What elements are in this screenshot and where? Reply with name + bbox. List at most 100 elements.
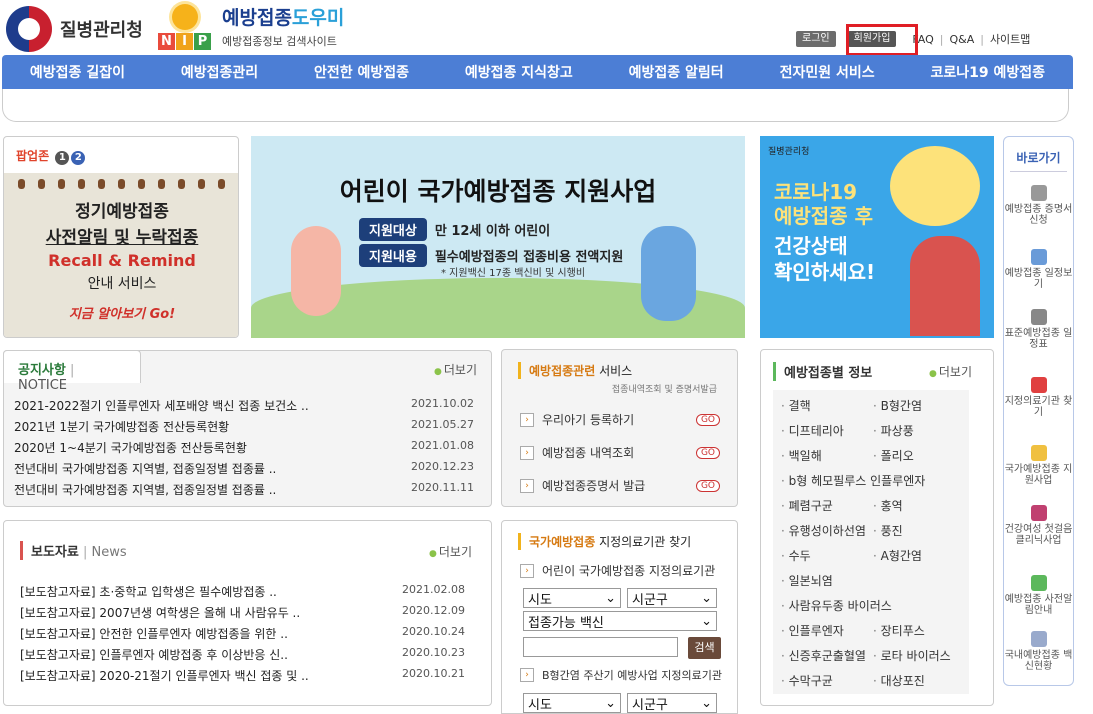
vaccine-item[interactable]: 결핵 xyxy=(781,397,811,414)
popup-zone-header: 팝업존 12 xyxy=(16,147,86,165)
clinic-title: 국가예방접종 지정의료기관 찾기 xyxy=(518,533,691,550)
nip-letter-n: N xyxy=(158,33,175,50)
quick-divider xyxy=(1010,171,1067,172)
service-register-baby[interactable]: › 우리아기 등록하기 GO xyxy=(520,411,720,428)
vaccine-item[interactable]: 파상풍 xyxy=(873,422,914,439)
vaccine-select[interactable]: 접종가능 백신 ⌄ xyxy=(523,611,717,631)
chevron-down-icon: ⌄ xyxy=(605,590,616,606)
vaccine-item[interactable]: 수두 xyxy=(781,547,811,564)
banner2-line1: 코로나19 xyxy=(774,180,858,204)
kdca-logo[interactable]: 질병관리청 xyxy=(6,6,143,52)
vaccine-item[interactable]: 대상포진 xyxy=(873,672,925,689)
quick-item-certificate[interactable]: 예방접종 증명서 신청 xyxy=(1004,185,1073,226)
notice-row[interactable]: 2021년 1분기 국가예방접종 전산등록현황 2021.05.27 xyxy=(14,418,474,435)
nip-logo[interactable]: N I P 예방접종도우미 예방접종정보 검색사이트 xyxy=(158,2,344,50)
press-title: 보도자료 xyxy=(31,545,79,560)
notice-row[interactable]: 전년대비 국가예방접종 지역별, 접종일정별 접종률 .. 2020.11.11 xyxy=(14,481,474,498)
quick-item-schedule[interactable]: 예방접종 일정보기 xyxy=(1004,249,1073,290)
vaccine-item[interactable]: 로타 바이러스 xyxy=(873,647,951,664)
chevron-right-icon: › xyxy=(520,563,534,578)
nav-item-safe[interactable]: 안전한 예방접종 xyxy=(314,62,409,82)
vaccine-item[interactable]: 디프테리아 xyxy=(781,422,844,439)
sitemap-link[interactable]: 사이트맵 xyxy=(990,31,1030,47)
notice-more-link[interactable]: 더보기 xyxy=(434,361,477,378)
popup-page-1-button[interactable]: 1 xyxy=(55,151,70,165)
hepb-sigungu-select[interactable]: 시군구 ⌄ xyxy=(627,693,717,713)
vial-icon xyxy=(1030,631,1047,647)
popup-line5: 지금 알아보기 Go! xyxy=(68,307,176,322)
service-history-lookup[interactable]: › 예방접종 내역조회 GO xyxy=(520,444,720,461)
chevron-right-icon: › xyxy=(520,478,534,493)
chevron-down-icon: ⌄ xyxy=(701,613,712,629)
nav-item-covid[interactable]: 코로나19 예방접종 xyxy=(930,62,1045,82)
vaccine-item[interactable]: 인플루엔자 xyxy=(781,622,844,639)
chevron-right-icon: › xyxy=(520,445,534,460)
vaccine-item[interactable]: 사람유두종 바이러스 xyxy=(781,597,892,614)
notice-row[interactable]: 2020년 1~4분기 국가예방접종 전산등록현황 2021.01.08 xyxy=(14,439,474,456)
clinic-search-button[interactable]: 검색 xyxy=(688,637,721,659)
covid-health-check-banner[interactable]: 질병관리청 코로나19 예방접종 후 건강상태 확인하세요! xyxy=(760,136,994,338)
child-vaccination-banner[interactable]: 어린이 국가예방접종 지원사업 지원대상 만 12세 이하 어린이 지원내용 필수예… xyxy=(251,136,745,338)
press-panel: 보도자료 | News 더보기 [보도참고자료] 초·중학교 입학생은 필수예방… xyxy=(3,520,492,706)
vaccine-item[interactable]: B형간염 xyxy=(873,397,922,414)
press-row[interactable]: [보도참고자료] 인플루엔자 예방접종 후 이상반응 신.. 2020.10.23 xyxy=(20,646,465,663)
press-header[interactable]: 보도자료 | News xyxy=(20,541,127,560)
chevron-down-icon: ⌄ xyxy=(605,695,616,711)
nav-item-civil[interactable]: 전자민원 서비스 xyxy=(780,62,875,82)
press-row[interactable]: [보도참고자료] 안전한 인플루엔자 예방접종을 위한 .. 2020.10.24 xyxy=(20,625,465,642)
vaccine-item[interactable]: 장티푸스 xyxy=(873,622,925,639)
quick-item-women-clinic[interactable]: 건강여성 첫걸음 클리닉사업 xyxy=(1004,505,1073,546)
press-row[interactable]: [보도참고자료] 2007년생 여학생은 올해 내 사람유두 .. 2020.12… xyxy=(20,604,465,621)
notice-row[interactable]: 2021-2022절기 인플루엔자 세포배양 백신 접종 보건소 .. 2021.… xyxy=(14,397,474,414)
quick-item-clinic-search[interactable]: 지정의료기관 찾기 xyxy=(1004,377,1073,418)
nav-item-guide[interactable]: 예방접종 길잡이 xyxy=(30,62,125,82)
vaccine-more-link[interactable]: 더보기 xyxy=(929,363,972,380)
vaccine-info-title: 예방접종별 정보 xyxy=(773,362,872,381)
popup-page-2-button[interactable]: 2 xyxy=(71,151,86,165)
notice-row[interactable]: 전년대비 국가예방접종 지역별, 접종일정별 접종률 .. 2020.12.23 xyxy=(14,460,474,477)
quick-item-standard-schedule[interactable]: 표준예방접종 일정표 xyxy=(1004,309,1073,350)
login-button[interactable]: 로그인 xyxy=(796,31,836,47)
vaccine-item[interactable]: 폴리오 xyxy=(873,447,914,464)
join-button-highlight xyxy=(846,24,918,56)
sido-select[interactable]: 시도 ⌄ xyxy=(523,588,621,608)
vaccine-item[interactable]: 백일해 xyxy=(781,447,822,464)
popup-zone-title: 팝업존 xyxy=(16,149,50,163)
vaccine-item[interactable]: 폐렴구균 xyxy=(781,497,833,514)
press-row[interactable]: [보도참고자료] 초·중학교 입학생은 필수예방접종 .. 2021.02.08 xyxy=(20,583,465,600)
press-more-link[interactable]: 더보기 xyxy=(429,543,472,560)
girl-illustration xyxy=(291,226,341,316)
banner1-text1: 만 12세 이하 어린이 xyxy=(434,224,551,239)
nip-letter-p: P xyxy=(194,33,211,50)
banner2-logo: 질병관리청 xyxy=(768,147,810,157)
nav-item-notice[interactable]: 예방접종 알림터 xyxy=(629,62,724,82)
clinic-search-input[interactable] xyxy=(523,637,678,657)
hepb-sido-select[interactable]: 시도 ⌄ xyxy=(523,693,621,713)
vaccine-item[interactable]: 홍역 xyxy=(873,497,903,514)
banner1-title: 어린이 국가예방접종 지원사업 xyxy=(339,177,657,206)
popup-banner-recall[interactable]: 정기예방접종 사전알림 및 누락접종 Recall & Remind 안내 서비… xyxy=(4,173,238,337)
qna-link[interactable]: Q&A xyxy=(949,33,974,46)
popup-line2: 사전알림 및 누락접종 xyxy=(45,228,199,248)
vaccine-item[interactable]: 수막구균 xyxy=(781,672,833,689)
notebook-rings-icon xyxy=(18,179,225,189)
quick-item-vaccine-status[interactable]: 국내예방접종 백신현황 xyxy=(1004,631,1073,672)
vaccine-item[interactable]: 풍진 xyxy=(873,522,903,539)
nav-item-management[interactable]: 예방접종관리 xyxy=(181,62,258,82)
vaccine-item[interactable]: 일본뇌염 xyxy=(781,572,833,589)
banner1-text2: 필수예방접종의 접종비용 전액지원 xyxy=(434,250,624,265)
vaccine-list: 결핵 B형간염 디프테리아 파상풍 백일해 폴리오 b형 헤모필루스 인플루엔자… xyxy=(773,390,969,694)
vaccine-item[interactable]: b형 헤모필루스 인플루엔자 xyxy=(781,472,926,489)
vaccine-item[interactable]: A형간염 xyxy=(873,547,922,564)
sigungu-select[interactable]: 시군구 ⌄ xyxy=(627,588,717,608)
site-subtitle: 예방접종정보 검색사이트 xyxy=(222,35,337,48)
quick-item-pre-notice[interactable]: 예방접종 사전알림안내 xyxy=(1004,575,1073,616)
nav-item-knowledge[interactable]: 예방접종 지식창고 xyxy=(465,62,573,82)
service-subtitle: 접종내역조회 및 증명서발급 xyxy=(611,385,717,395)
press-row[interactable]: [보도참고자료] 2020-21절기 인플루엔자 백신 접종 및 .. 2020.… xyxy=(20,667,465,684)
service-certificate[interactable]: › 예방접종증명서 발급 GO xyxy=(520,477,720,494)
notice-tab[interactable]: 공지사항 | NOTICE xyxy=(3,350,141,393)
vaccine-item[interactable]: 신증후군출혈열 xyxy=(781,647,866,664)
quick-item-support-program[interactable]: 국가예방접종 지원사업 xyxy=(1004,445,1073,486)
vaccine-item[interactable]: 유행성이하선염 xyxy=(781,522,866,539)
